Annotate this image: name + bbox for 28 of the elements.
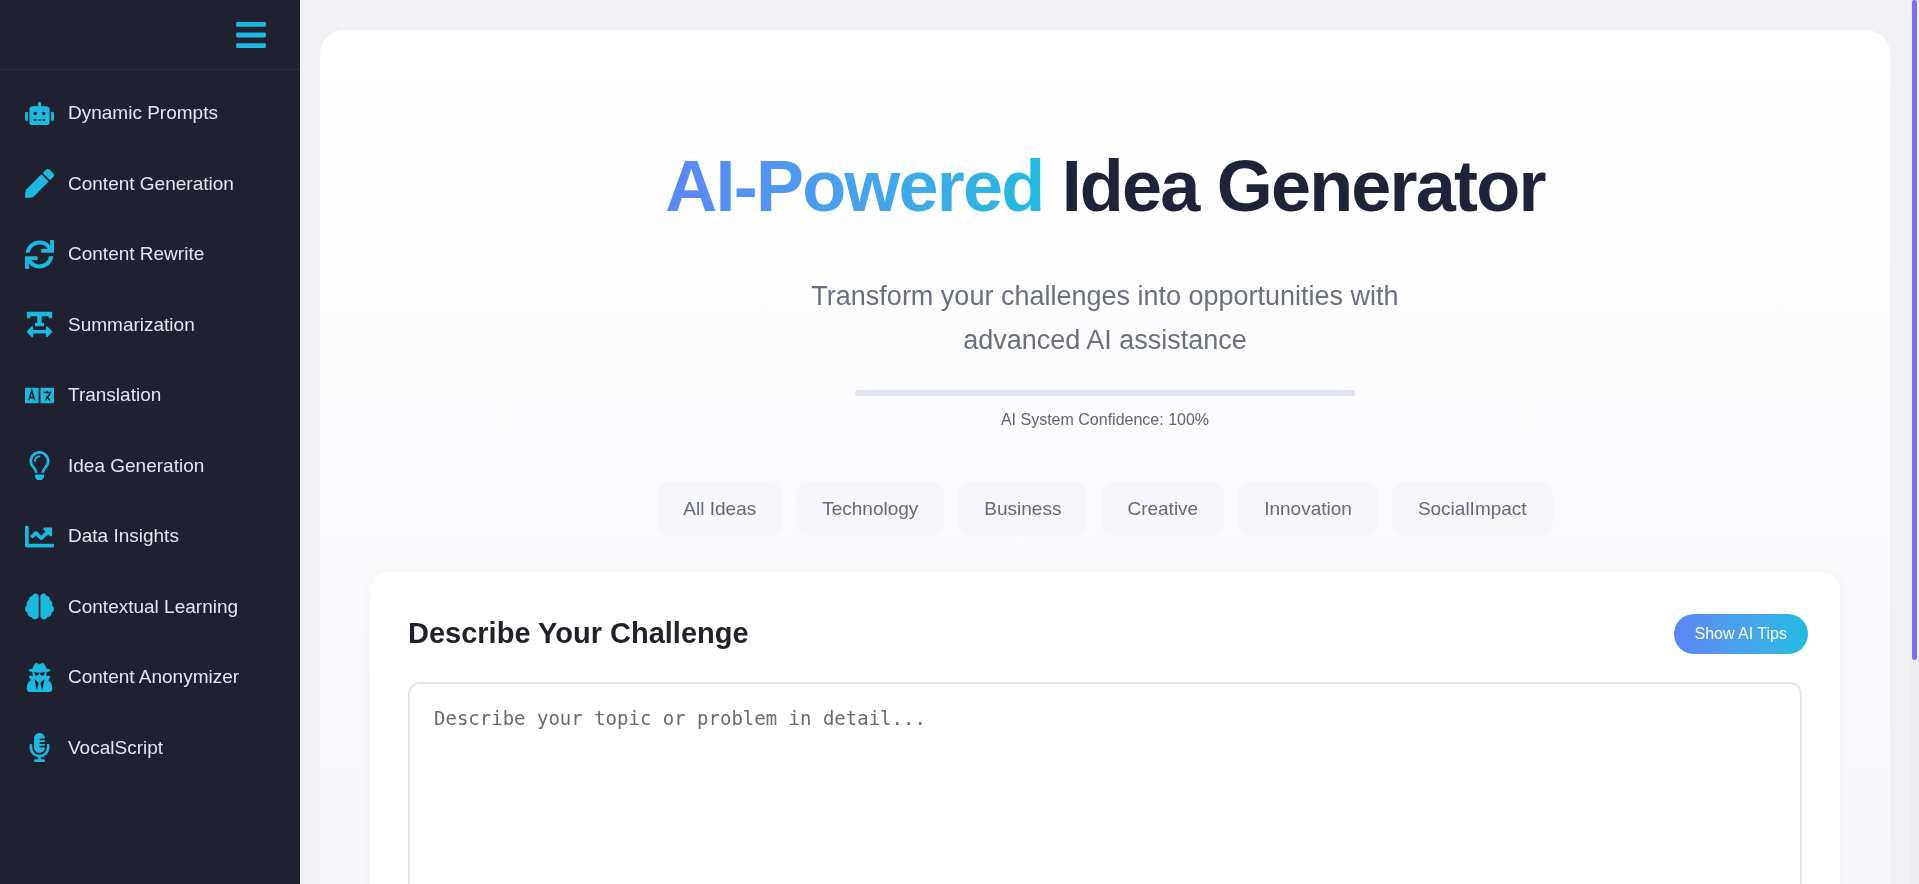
text-width-icon: [25, 310, 54, 340]
category-tab[interactable]: Technology: [796, 482, 945, 536]
sidebar-item[interactable]: VocalScript: [0, 712, 300, 783]
sidebar-item[interactable]: Dynamic Prompts: [0, 78, 300, 149]
category-tab[interactable]: SocialImpact: [1391, 482, 1553, 536]
category-tab[interactable]: Business: [958, 482, 1088, 536]
confidence-label: AI System Confidence: 100%: [1000, 410, 1210, 430]
page-title: AI-Powered Idea Generator: [665, 150, 1545, 222]
sidebar-item[interactable]: Content Rewrite: [0, 219, 300, 290]
scrollbar[interactable]: [1910, 0, 1919, 884]
pencil-icon: [25, 169, 54, 199]
brain-icon: [25, 592, 54, 622]
sidebar-item[interactable]: Idea Generation: [0, 430, 300, 501]
category-tab[interactable]: Creative: [1101, 482, 1225, 536]
spy-icon: [25, 662, 54, 692]
sidebar-item[interactable]: Contextual Learning: [0, 571, 300, 642]
sidebar-item[interactable]: Content Generation: [0, 148, 300, 219]
category-tab[interactable]: Innovation: [1238, 482, 1378, 536]
subtitle: Transform your challenges into opportunities with advanced AI assistance: [810, 280, 1400, 357]
sidebar-item[interactable]: Translation: [0, 360, 300, 431]
challenge-input[interactable]: Describe your topic or problem in detail...: [408, 681, 1802, 884]
section-heading: Describe Your Challenge: [408, 616, 749, 651]
category-tab[interactable]: All Ideas: [657, 482, 783, 536]
scrollbar-thumb[interactable]: [1912, 0, 1917, 660]
sidebar-item[interactable]: Data Insights: [0, 501, 300, 572]
sidebar-item[interactable]: Summarization: [0, 289, 300, 360]
refresh-icon: [25, 239, 54, 269]
sidebar-item[interactable]: Content Anonymizer: [0, 642, 300, 713]
